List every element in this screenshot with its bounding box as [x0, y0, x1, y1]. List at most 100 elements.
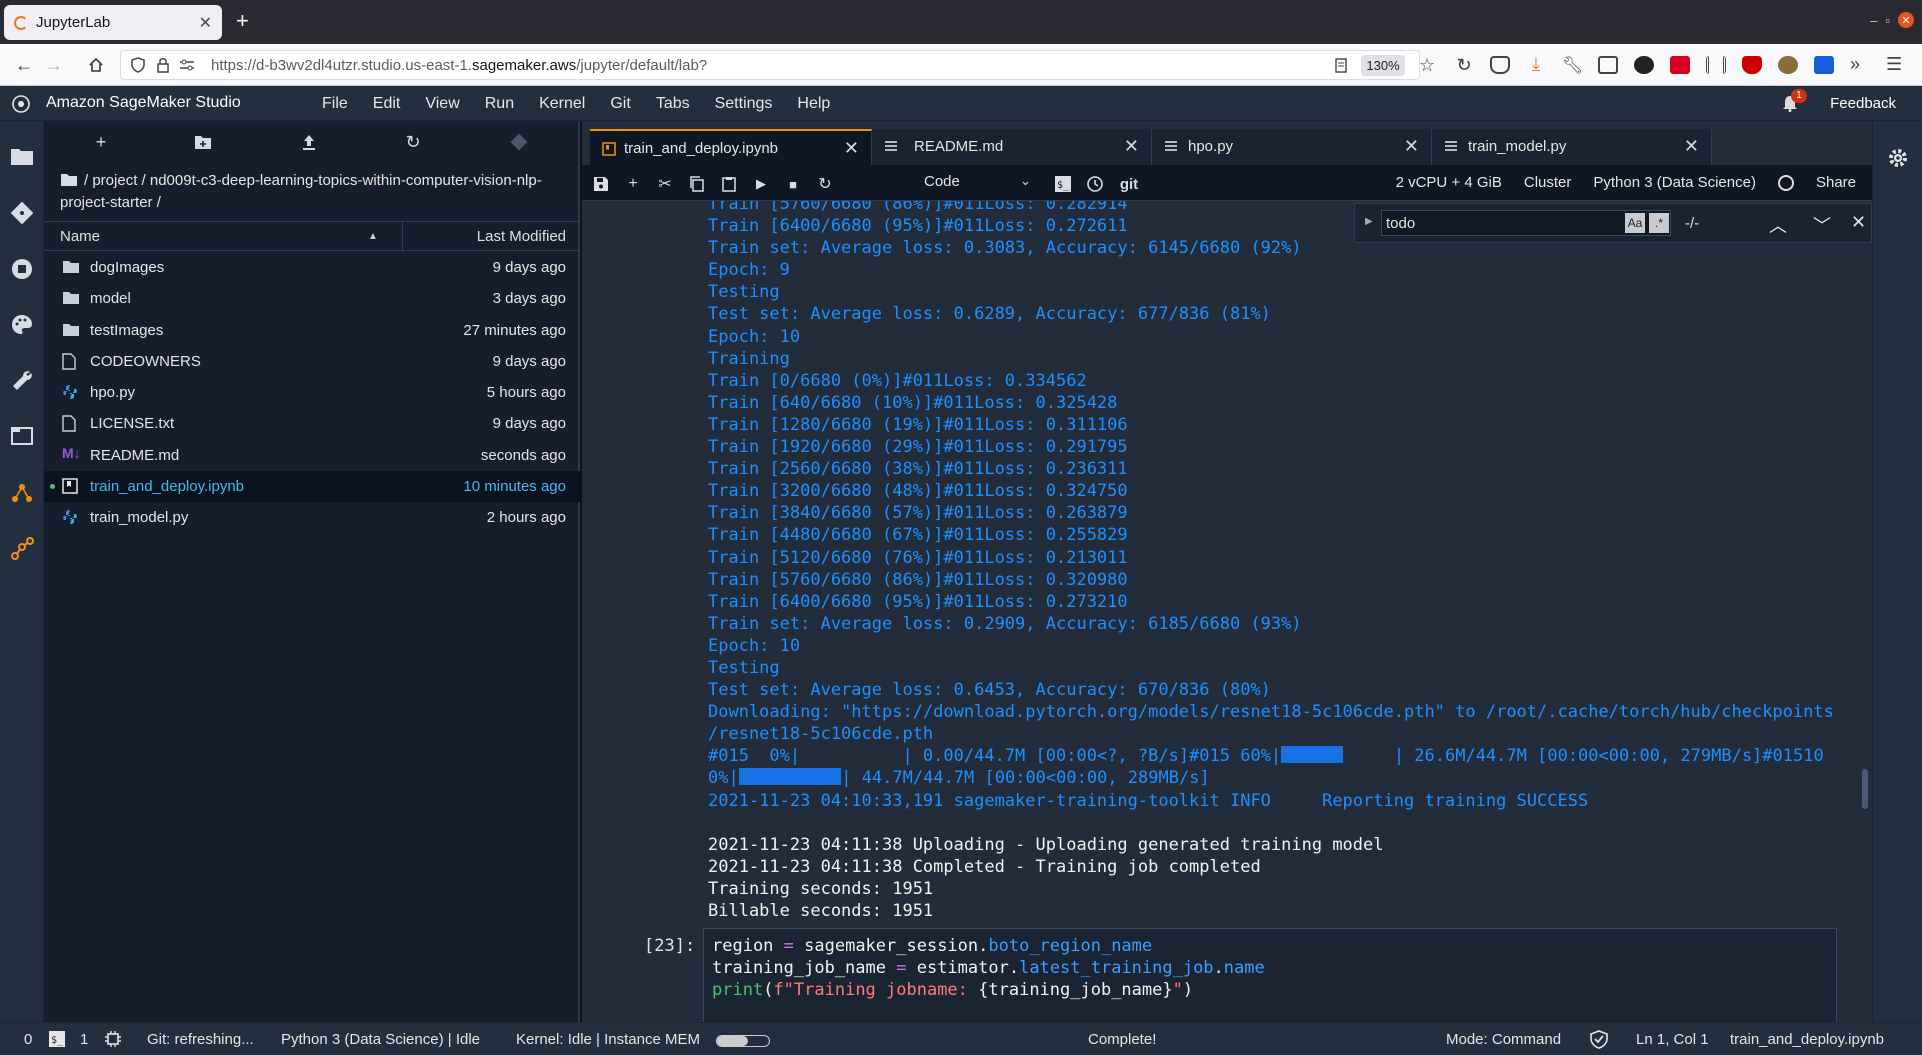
tab-hpo-py[interactable]: hpo.py ✕	[1152, 129, 1432, 165]
palette-icon[interactable]	[10, 313, 34, 337]
column-name[interactable]: Name	[60, 228, 100, 245]
file-row-hpo-py[interactable]: hpo.py 5 hours ago	[44, 377, 580, 408]
maximize-icon[interactable]: ▫	[1885, 13, 1890, 28]
pen-extension-icon[interactable]	[1634, 56, 1654, 74]
run-icon[interactable]: ▶	[752, 175, 770, 193]
menu-tabs[interactable]: Tabs	[656, 95, 690, 113]
git-icon[interactable]	[10, 201, 34, 225]
bitwarden-icon[interactable]	[1814, 56, 1834, 74]
overflow-chevron-icon[interactable]: »	[1850, 55, 1870, 74]
breadcrumb-folder-icon[interactable]	[60, 172, 78, 187]
file-row-dogimages[interactable]: dogImages 9 days ago	[44, 252, 580, 283]
home-icon[interactable]	[84, 53, 108, 77]
code-editor[interactable]: region = sagemaker_session.boto_region_n…	[712, 935, 1265, 1001]
forward-icon[interactable]: →	[42, 53, 66, 77]
stop-icon[interactable]: ■	[784, 175, 802, 193]
instance-resources[interactable]: 2 vCPU + 4 GiB	[1396, 174, 1502, 191]
menu-view[interactable]: View	[425, 95, 459, 113]
cell-type-dropdown[interactable]: Code	[924, 173, 960, 190]
menu-git[interactable]: Git	[610, 95, 630, 113]
scrollbar-thumb[interactable]	[1862, 769, 1868, 809]
close-tab-icon[interactable]: ✕	[1684, 136, 1699, 157]
tab-train-and-deploy[interactable]: train_and_deploy.ipynb ✕	[590, 129, 872, 165]
notebook-body[interactable]: Train [5760/6680 (86%)]#011Loss: 0.28291…	[582, 201, 1872, 1022]
clock-icon[interactable]	[1086, 175, 1104, 193]
notebook-mode[interactable]: Mode: Command	[1446, 1031, 1561, 1048]
lock-icon[interactable]	[157, 57, 169, 73]
column-last-modified[interactable]: Last Modified	[477, 228, 566, 245]
pocket-icon[interactable]	[1490, 56, 1510, 74]
terminal-icon[interactable]: $_	[1054, 175, 1072, 193]
running-kernels-icon[interactable]	[10, 257, 34, 281]
wrench-icon[interactable]	[10, 369, 34, 393]
menu-kernel[interactable]: Kernel	[539, 95, 585, 113]
pipeline-icon[interactable]	[10, 537, 34, 561]
download-icon[interactable]: ⤓	[1526, 55, 1546, 74]
copy-icon[interactable]	[688, 175, 706, 193]
close-icon[interactable]: ✕	[1851, 212, 1866, 233]
cursor-position[interactable]: Ln 1, Col 1	[1636, 1031, 1709, 1048]
kernel-chip-icon[interactable]	[104, 1030, 122, 1048]
save-icon[interactable]	[592, 175, 610, 193]
new-tab-icon[interactable]: +	[236, 10, 249, 32]
menu-run[interactable]: Run	[485, 95, 514, 113]
gear-icon[interactable]	[1887, 147, 1909, 169]
permissions-icon[interactable]	[179, 58, 195, 72]
back-icon[interactable]: ←	[12, 53, 36, 77]
zoom-level[interactable]: 130%	[1361, 55, 1405, 76]
feedback-button[interactable]: Feedback	[1830, 95, 1896, 112]
browser-tab[interactable]: JupyterLab ✕	[4, 5, 222, 40]
column-divider[interactable]	[402, 222, 403, 252]
close-tab-icon[interactable]: ✕	[844, 138, 859, 159]
expand-replace-icon[interactable]: ▶	[1365, 216, 1373, 227]
close-tab-icon[interactable]: ✕	[199, 13, 212, 33]
minimize-icon[interactable]: –	[1870, 13, 1877, 28]
menu-settings[interactable]: Settings	[715, 95, 773, 113]
red-extension-icon[interactable]	[1670, 56, 1690, 74]
file-row-train-and-deploy[interactable]: train_and_deploy.ipynb 10 minutes ago	[44, 471, 580, 503]
git-status[interactable]: Git: refreshing...	[147, 1031, 254, 1048]
mode-count[interactable]: 0	[24, 1031, 32, 1048]
url-bar[interactable]: https://d-b3wv2dl4utzr.studio.us-east-1.…	[120, 50, 1435, 80]
paste-icon[interactable]	[720, 175, 738, 193]
shield-icon[interactable]	[131, 57, 145, 73]
chevron-up-icon[interactable]: ︿	[1769, 212, 1787, 238]
match-case-toggle[interactable]: Aa	[1625, 213, 1645, 233]
kernel-memory[interactable]: Kernel: Idle | Instance MEM	[516, 1031, 700, 1048]
network-icon[interactable]	[10, 481, 34, 505]
reader-view-icon[interactable]	[1335, 58, 1347, 73]
tab-train-model-py[interactable]: train_model.py ✕	[1432, 129, 1712, 165]
url-text[interactable]: https://d-b3wv2dl4utzr.studio.us-east-1.…	[211, 57, 707, 74]
chevron-down-icon[interactable]: ﹀	[1813, 212, 1831, 238]
reload-icon[interactable]: ↻	[1452, 53, 1476, 77]
git-clone-icon[interactable]	[510, 133, 528, 151]
close-tab-icon[interactable]: ✕	[1404, 136, 1419, 157]
close-window-icon[interactable]: ✕	[1898, 12, 1914, 28]
share-button[interactable]: Share	[1816, 174, 1856, 191]
sidebar-icon[interactable]	[1598, 56, 1618, 74]
folder-icon[interactable]	[10, 145, 34, 169]
chevron-down-icon[interactable]: ⌄	[1020, 173, 1031, 189]
menu-help[interactable]: Help	[797, 95, 830, 113]
wrench-icon[interactable]: 🔧︎	[1562, 56, 1584, 75]
kernel-name[interactable]: Python 3 (Data Science)	[1593, 174, 1756, 191]
git-diff-icon[interactable]: git	[1118, 175, 1140, 193]
cluster-button[interactable]: Cluster	[1524, 174, 1572, 191]
trusted-shield-icon[interactable]	[1590, 1030, 1608, 1049]
file-row-model[interactable]: model 3 days ago	[44, 283, 580, 314]
ruler-extension-icon[interactable]	[1706, 56, 1726, 74]
ublock-icon[interactable]	[1742, 56, 1762, 74]
close-tab-icon[interactable]: ✕	[1124, 136, 1139, 157]
insert-cell-icon[interactable]: +	[624, 175, 642, 193]
menu-file[interactable]: File	[322, 95, 348, 113]
refresh-icon[interactable]: ↻	[404, 132, 422, 152]
file-row-codeowners[interactable]: CODEOWNERS 9 days ago	[44, 346, 580, 377]
app-menu-icon[interactable]: ☰	[1886, 55, 1906, 74]
terminal-count[interactable]: 1	[80, 1031, 88, 1048]
code-cell[interactable]: region = sagemaker_session.boto_region_n…	[703, 928, 1837, 1022]
tab-readme[interactable]: README.md ✕	[872, 129, 1152, 165]
file-row-testimages[interactable]: testImages 27 minutes ago	[44, 315, 580, 346]
file-row-readme[interactable]: M↓ README.md seconds ago	[44, 440, 580, 471]
breadcrumb[interactable]: / project / nd009t-c3-deep-learning-topi…	[60, 170, 560, 214]
cut-icon[interactable]: ✂	[656, 175, 674, 193]
